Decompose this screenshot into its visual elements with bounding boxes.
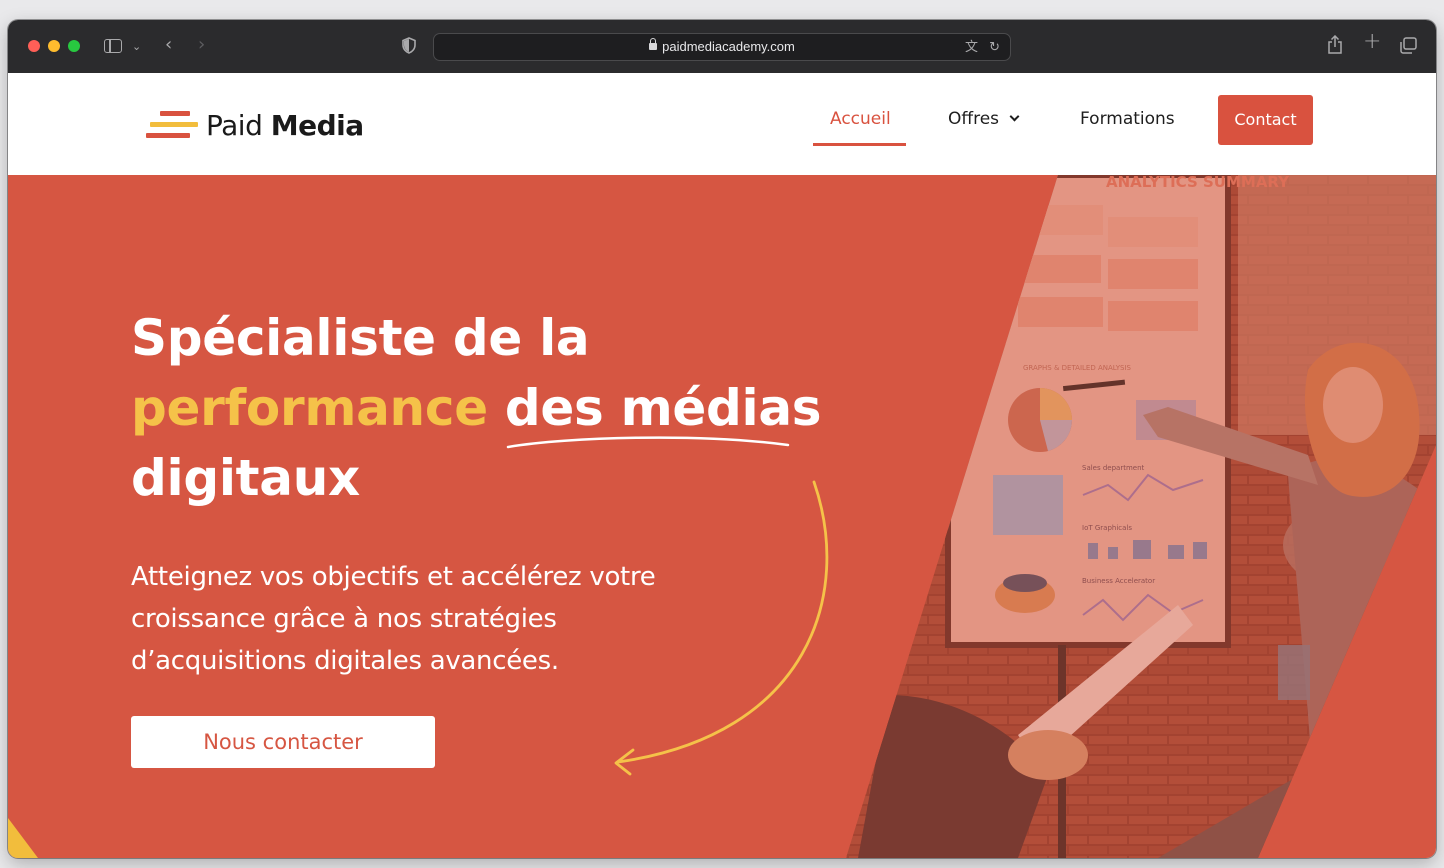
privacy-shield-icon[interactable] [402, 37, 416, 54]
contact-cta-button[interactable]: Nous contacter [131, 716, 435, 768]
forward-icon[interactable]: › [198, 36, 205, 54]
logo-mark-icon [146, 108, 198, 142]
site-logo[interactable]: Paid Media [146, 107, 364, 143]
translate-icon[interactable]: 文 [965, 40, 978, 55]
chevron-down-icon[interactable]: ⌄ [132, 39, 141, 54]
site-header: Paid Media Accueil Offres Formations Con… [8, 73, 1436, 175]
decorative-corner-triangle [8, 818, 38, 858]
nav-item-accueil[interactable]: Accueil [830, 109, 891, 129]
hero-subtitle: Atteignez vos objectifs et accélérez vot… [131, 562, 656, 676]
url-text: paidmediacademy.com [662, 39, 795, 54]
hero-section: ANALYTICS SUMMARY GRAPHS & DETAILED ANAL… [8, 175, 1436, 858]
nav-item-offres[interactable]: Offres [948, 109, 1020, 129]
sidebar-toggle-icon[interactable] [104, 39, 122, 53]
back-icon[interactable]: ‹ [165, 36, 172, 54]
browser-window: ⌄ ‹ › paidmediacademy.com 文 ↻ + Paid Med… [8, 20, 1436, 858]
reload-icon[interactable]: ↻ [989, 40, 1000, 55]
new-tab-icon[interactable]: + [1363, 31, 1381, 53]
tab-overview-icon[interactable] [1399, 37, 1417, 54]
nav-item-formations[interactable]: Formations [1080, 109, 1175, 129]
nav-active-indicator [813, 143, 906, 146]
lock-icon [649, 38, 658, 50]
browser-toolbar: ⌄ ‹ › paidmediacademy.com 文 ↻ + [8, 20, 1436, 73]
share-icon[interactable] [1327, 35, 1343, 55]
minimize-window-button[interactable] [48, 40, 60, 52]
hero-title-accent: performance [131, 379, 488, 437]
address-bar[interactable]: paidmediacademy.com 文 ↻ [433, 33, 1011, 61]
close-window-button[interactable] [28, 40, 40, 52]
contact-button[interactable]: Contact [1218, 95, 1313, 145]
logo-text: Paid Media [206, 108, 364, 142]
chevron-down-icon [1009, 111, 1020, 122]
hero-title: Spécialiste de la performance des médias… [131, 309, 822, 507]
zoom-window-button[interactable] [68, 40, 80, 52]
